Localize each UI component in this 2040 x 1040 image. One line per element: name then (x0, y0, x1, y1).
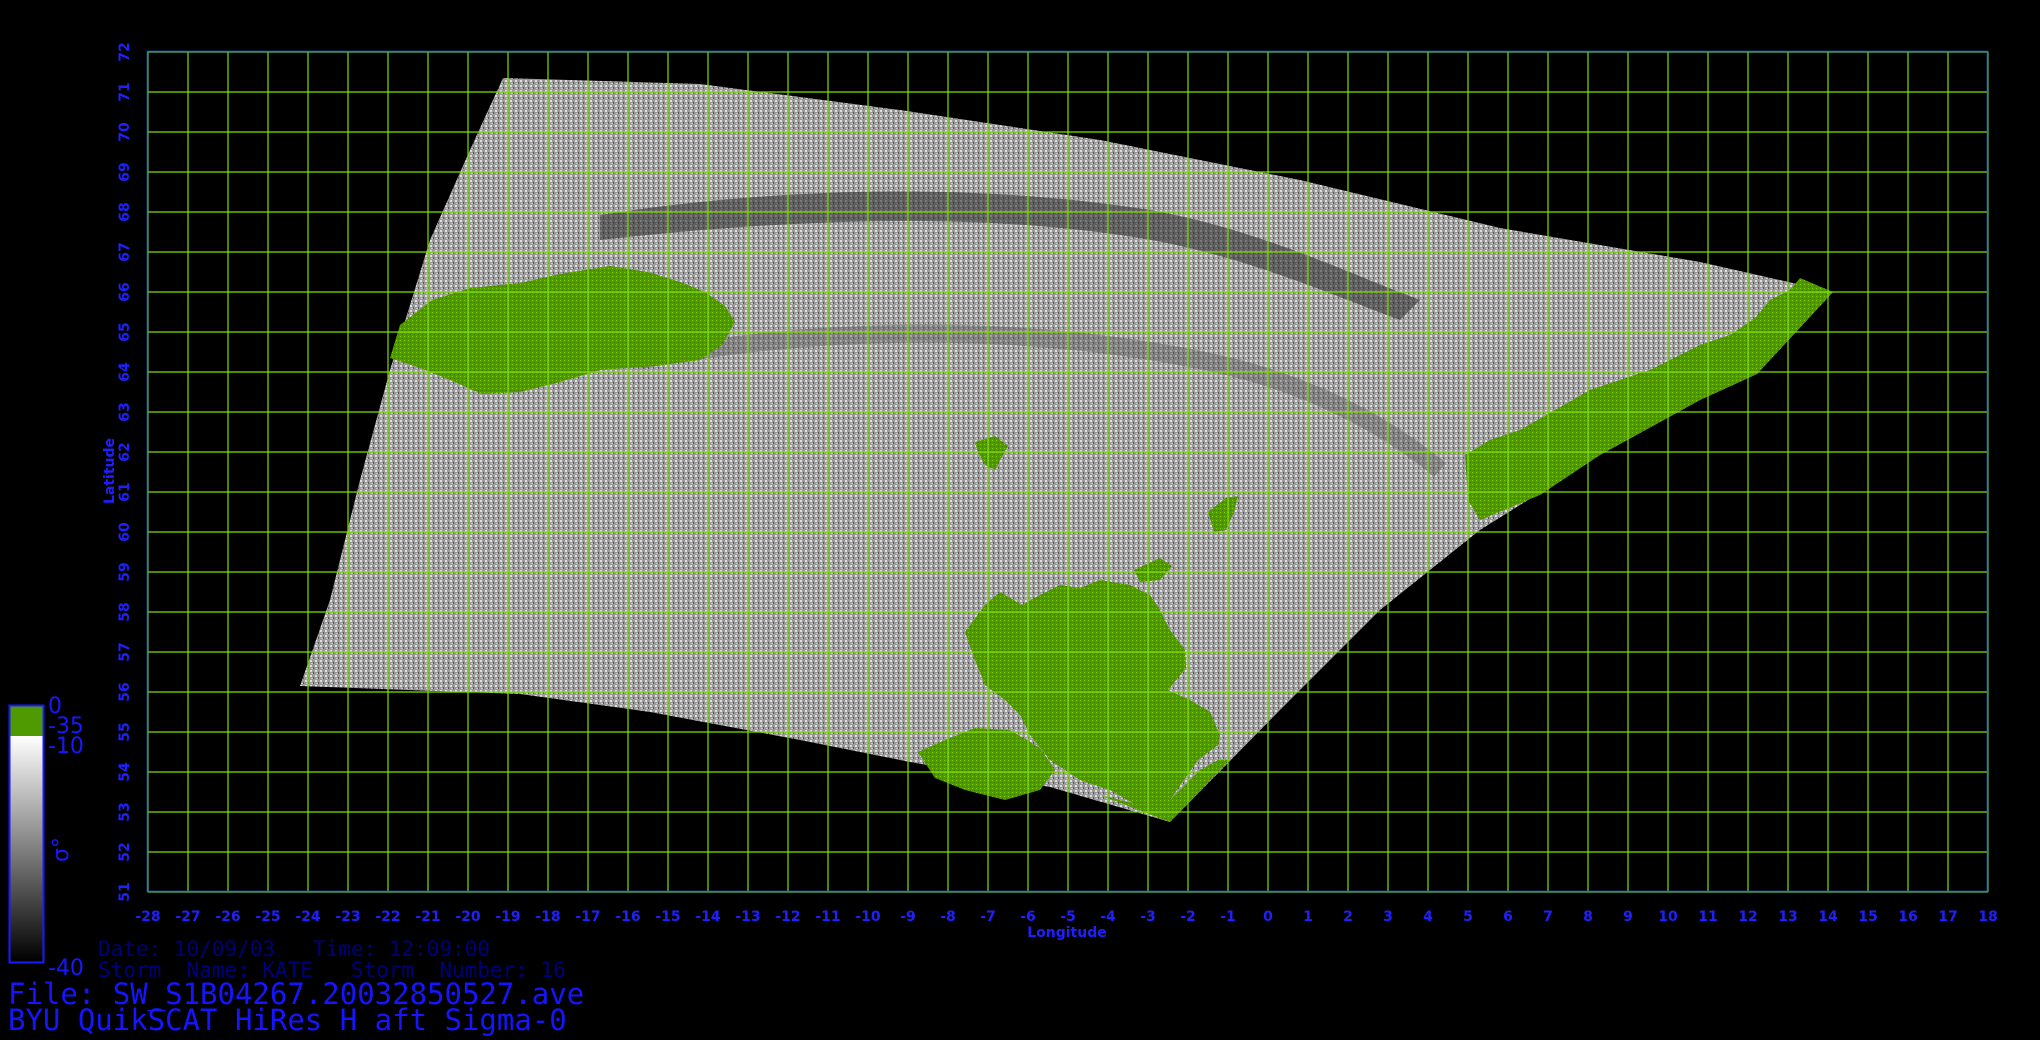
longitude-tick-label: -2 (1180, 909, 1196, 925)
latitude-tick-label: 65 (117, 322, 133, 341)
longitude-tick-label: -7 (980, 909, 996, 925)
latitude-tick-label: 70 (117, 122, 133, 142)
longitude-tick-label: -21 (415, 909, 440, 925)
longitude-tick-label: 16 (1898, 909, 1917, 925)
longitude-tick-label: 11 (1698, 909, 1717, 925)
latitude-tick-labels: 51 52 53 54 55 56 57 58 59 60 61 62 63 64 65 66 67 68 69 70… (117, 42, 133, 901)
longitude-tick-label: 1 (1303, 909, 1313, 925)
latitude-tick-label: 54 (117, 762, 133, 782)
x-axis-label: Longitude (1027, 925, 1107, 941)
latitude-tick-label: 58 (117, 602, 133, 621)
latitude-tick-label: 72 (117, 42, 133, 61)
longitude-tick-label: -27 (175, 909, 200, 925)
longitude-tick-label: -26 (215, 909, 240, 925)
product-line: BYU QuikSCAT HiRes H aft Sigma-0 (8, 1003, 567, 1037)
longitude-tick-label: -17 (575, 909, 600, 925)
longitude-tick-label: -11 (815, 909, 840, 925)
longitude-tick-label: 2 (1343, 909, 1353, 925)
longitude-tick-label: 8 (1583, 909, 1593, 925)
longitude-tick-label: 12 (1738, 909, 1757, 925)
colorbar-land-swatch (10, 706, 43, 736)
longitude-tick-label: -18 (535, 909, 560, 925)
longitude-tick-label: -8 (940, 909, 956, 925)
latitude-tick-label: 66 (117, 282, 133, 301)
longitude-tick-label: -14 (695, 909, 721, 925)
latitude-tick-label: 51 (117, 882, 133, 901)
longitude-tick-label: -16 (615, 909, 640, 925)
latitude-tick-label: 67 (117, 242, 133, 261)
longitude-tick-label: -25 (255, 909, 280, 925)
longitude-tick-label: 13 (1778, 909, 1797, 925)
latitude-tick-label: 55 (117, 722, 133, 741)
latitude-tick-label: 64 (117, 362, 133, 382)
longitude-tick-label: -23 (335, 909, 360, 925)
longitude-tick-label: 5 (1463, 909, 1473, 925)
longitude-tick-label: -6 (1020, 909, 1036, 925)
longitude-tick-label: 0 (1263, 909, 1273, 925)
longitude-tick-label: -19 (495, 909, 520, 925)
sigma0-map: -28 -27 -26 -25 -24 -23 -22 -21 -20 -19 -18 -17 -16-… (8, 42, 1998, 981)
latitude-tick-label: 69 (117, 162, 133, 181)
longitude-tick-label: -9 (900, 909, 916, 925)
latitude-tick-label: 59 (117, 562, 133, 581)
colorbar-symbol: σ° (49, 837, 74, 862)
longitude-tick-label: 3 (1383, 909, 1393, 925)
latitude-tick-label: 68 (117, 202, 133, 221)
longitude-tick-label: 9 (1623, 909, 1633, 925)
longitude-tick-label: 18 (1978, 909, 1997, 925)
latitude-tick-label: 60 (117, 522, 133, 542)
longitude-tick-label: 4 (1423, 909, 1433, 925)
longitude-tick-labels: -28 -27 -26 -25 -24 -23 -22 -21 -20 -19 -18 -17 -16-… (135, 909, 1997, 925)
longitude-tick-label: 17 (1938, 909, 1957, 925)
longitude-tick-label: -1 (1220, 909, 1236, 925)
longitude-tick-label: -15 (655, 909, 680, 925)
longitude-tick-label: -12 (775, 909, 800, 925)
date-time-line: Date: 10/09/03 Time: 12:09:00 (98, 937, 490, 961)
latitude-tick-label: 52 (117, 842, 133, 861)
longitude-tick-label: 15 (1858, 909, 1877, 925)
longitude-tick-label: -28 (135, 909, 160, 925)
longitude-tick-label: 6 (1503, 909, 1513, 925)
latitude-tick-label: 57 (117, 642, 133, 661)
colorbar-label-minus10: -10 (48, 734, 84, 759)
longitude-tick-label: 14 (1818, 909, 1838, 925)
latitude-tick-label: 61 (117, 482, 133, 501)
colorbar: 0 -35 -10 -40 σ° (8, 694, 84, 981)
longitude-tick-label: -13 (735, 909, 760, 925)
longitude-tick-label: -3 (1140, 909, 1156, 925)
latitude-tick-label: 56 (117, 682, 133, 701)
longitude-tick-label: -22 (375, 909, 400, 925)
longitude-tick-label: -20 (455, 909, 481, 925)
longitude-tick-label: 10 (1658, 909, 1678, 925)
longitude-tick-label: 7 (1543, 909, 1553, 925)
latitude-tick-label: 71 (117, 82, 133, 101)
longitude-tick-label: -4 (1100, 909, 1116, 925)
latitude-tick-label: 62 (117, 442, 133, 461)
latitude-tick-label: 53 (117, 802, 133, 821)
latitude-tick-label: 63 (117, 402, 133, 421)
y-axis-label: Latitude (102, 438, 118, 504)
longitude-tick-label: -5 (1060, 909, 1076, 925)
colorbar-gradient (10, 736, 43, 962)
longitude-tick-label: -10 (855, 909, 881, 925)
longitude-tick-label: -24 (295, 909, 321, 925)
